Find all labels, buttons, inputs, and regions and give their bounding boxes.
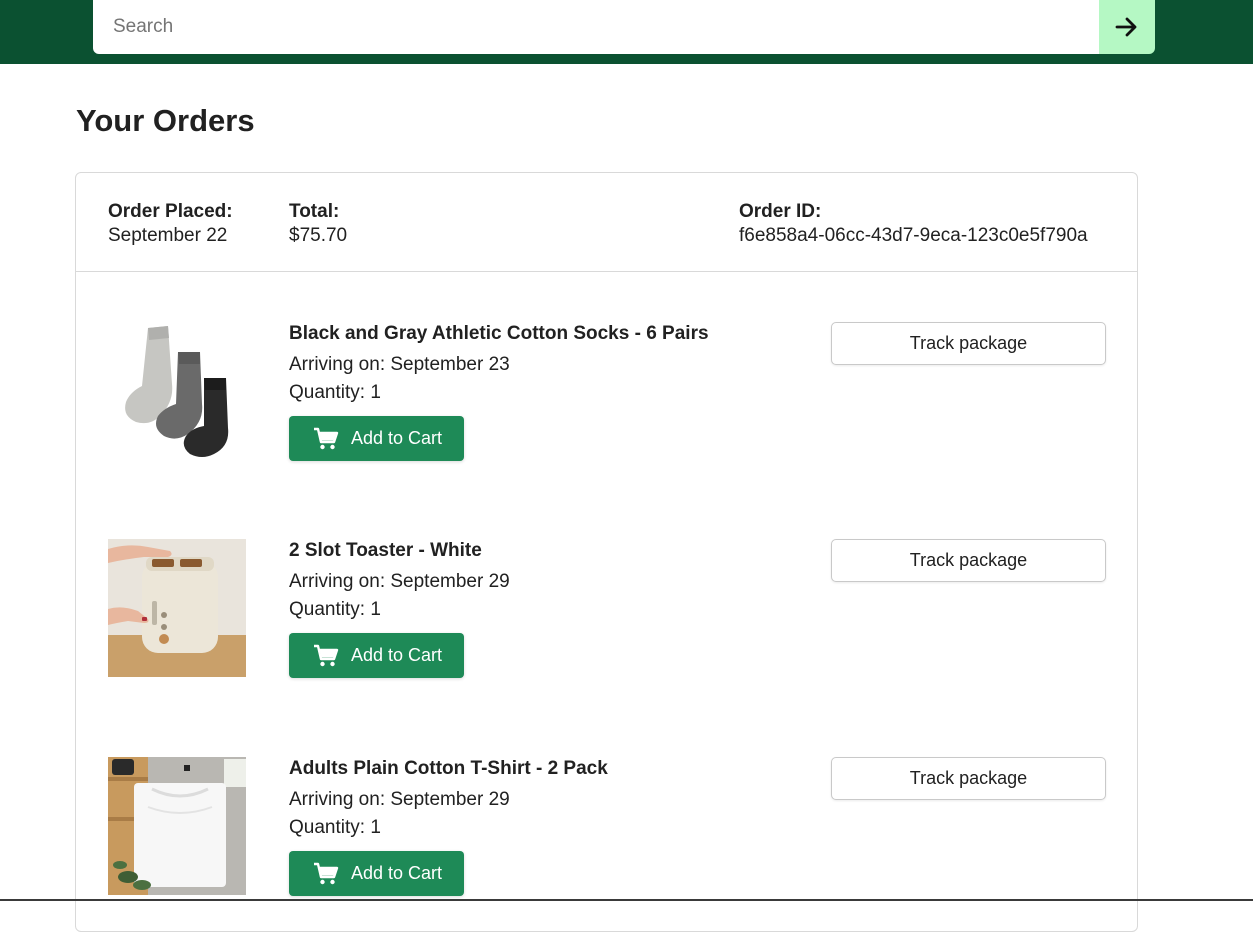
- search-button[interactable]: [1099, 0, 1155, 54]
- order-id-label: Order ID:: [739, 201, 822, 222]
- order-item: Adults Plain Cotton T-Shirt - 2 Pack Arr…: [76, 757, 1137, 917]
- add-to-cart-button[interactable]: Add to Cart: [289, 851, 464, 896]
- cart-icon: [313, 427, 339, 451]
- toaster-image: [108, 539, 246, 677]
- item-quantity: Quantity: 1: [289, 817, 381, 838]
- item-quantity: Quantity: 1: [289, 382, 381, 403]
- add-to-cart-label: Add to Cart: [351, 863, 443, 883]
- order-item: 2 Slot Toaster - White Arriving on: Sept…: [76, 539, 1137, 699]
- add-to-cart-button[interactable]: Add to Cart: [289, 416, 464, 461]
- order-placed-value: September 22: [108, 225, 228, 246]
- order-header: Order Placed: September 22 Total: $75.70…: [76, 173, 1137, 272]
- page-title: Your Orders: [76, 103, 255, 138]
- item-quantity: Quantity: 1: [289, 599, 381, 620]
- order-id-value: f6e858a4-06cc-43d7-9eca-123c0e5f790a: [739, 225, 1088, 246]
- add-to-cart-button[interactable]: Add to Cart: [289, 633, 464, 678]
- cart-icon: [313, 862, 339, 886]
- order-total: Total: $75.70: [289, 200, 347, 248]
- socks-image: [108, 322, 246, 460]
- order-item: Black and Gray Athletic Cotton Socks - 6…: [76, 322, 1137, 482]
- order-container: Order Placed: September 22 Total: $75.70…: [75, 172, 1138, 932]
- track-package-button[interactable]: Track package: [831, 757, 1106, 800]
- item-arriving: Arriving on: September 23: [289, 354, 510, 375]
- track-package-button[interactable]: Track package: [831, 539, 1106, 582]
- cart-icon: [313, 644, 339, 668]
- order-placed-label: Order Placed:: [108, 201, 233, 222]
- item-name: Adults Plain Cotton T-Shirt - 2 Pack: [289, 758, 608, 779]
- order-total-label: Total:: [289, 201, 340, 222]
- item-name: Black and Gray Athletic Cotton Socks - 6…: [289, 323, 709, 344]
- item-name: 2 Slot Toaster - White: [289, 540, 482, 561]
- tshirt-image: [108, 757, 246, 895]
- arrow-right-icon: [1115, 17, 1137, 37]
- item-arriving: Arriving on: September 29: [289, 571, 510, 592]
- order-placed: Order Placed: September 22: [108, 200, 233, 248]
- track-package-button[interactable]: Track package: [831, 322, 1106, 365]
- add-to-cart-label: Add to Cart: [351, 645, 443, 665]
- order-id: Order ID: f6e858a4-06cc-43d7-9eca-123c0e…: [739, 200, 1088, 248]
- add-to-cart-label: Add to Cart: [351, 428, 443, 448]
- item-arriving: Arriving on: September 29: [289, 789, 510, 810]
- header: [0, 0, 1253, 64]
- search-input[interactable]: [93, 0, 1100, 54]
- order-total-value: $75.70: [289, 225, 348, 246]
